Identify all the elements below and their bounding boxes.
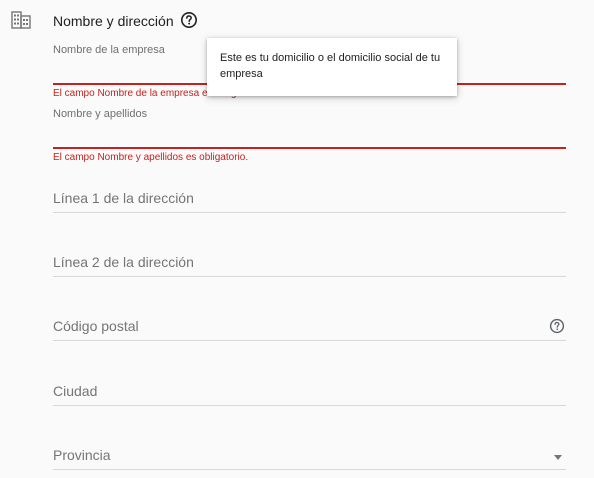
full-name-label: Nombre y apellidos xyxy=(53,108,148,120)
city-placeholder: Ciudad xyxy=(53,383,98,399)
caret-down-icon[interactable] xyxy=(554,455,562,460)
address-line1-input[interactable]: Línea 1 de la dirección xyxy=(53,189,566,213)
help-circle-icon[interactable] xyxy=(180,11,198,29)
full-name-error: El campo Nombre y apellidos es obligator… xyxy=(53,152,249,163)
section-title: Nombre y dirección xyxy=(53,13,174,29)
province-placeholder: Provincia xyxy=(53,447,111,463)
postal-code-input[interactable]: Código postal xyxy=(53,317,566,341)
address-line2-underline xyxy=(53,276,566,277)
address-line1-underline xyxy=(53,212,566,213)
postal-code-placeholder: Código postal xyxy=(53,318,139,334)
address-line1-placeholder: Línea 1 de la dirección xyxy=(53,190,194,206)
province-underline xyxy=(53,469,566,470)
city-input[interactable]: Ciudad xyxy=(53,382,566,406)
help-tooltip: Este es tu domicilio o el domicilio soci… xyxy=(207,38,457,96)
full-name-field[interactable]: Nombre y apellidos El campo Nombre y ape… xyxy=(53,108,566,164)
address-form: Nombre y dirección Nombre de la empresa … xyxy=(0,0,594,478)
business-icon xyxy=(11,11,31,29)
address-line2-placeholder: Línea 2 de la dirección xyxy=(53,254,194,270)
help-circle-icon[interactable] xyxy=(549,318,565,334)
tooltip-text: Este es tu domicilio o el domicilio soci… xyxy=(220,52,441,80)
city-underline xyxy=(53,405,566,406)
company-name-label: Nombre de la empresa xyxy=(53,44,165,56)
province-select[interactable]: Provincia xyxy=(53,446,566,470)
full-name-underline xyxy=(53,147,566,149)
postal-code-underline xyxy=(53,340,566,341)
address-line2-input[interactable]: Línea 2 de la dirección xyxy=(53,253,566,277)
